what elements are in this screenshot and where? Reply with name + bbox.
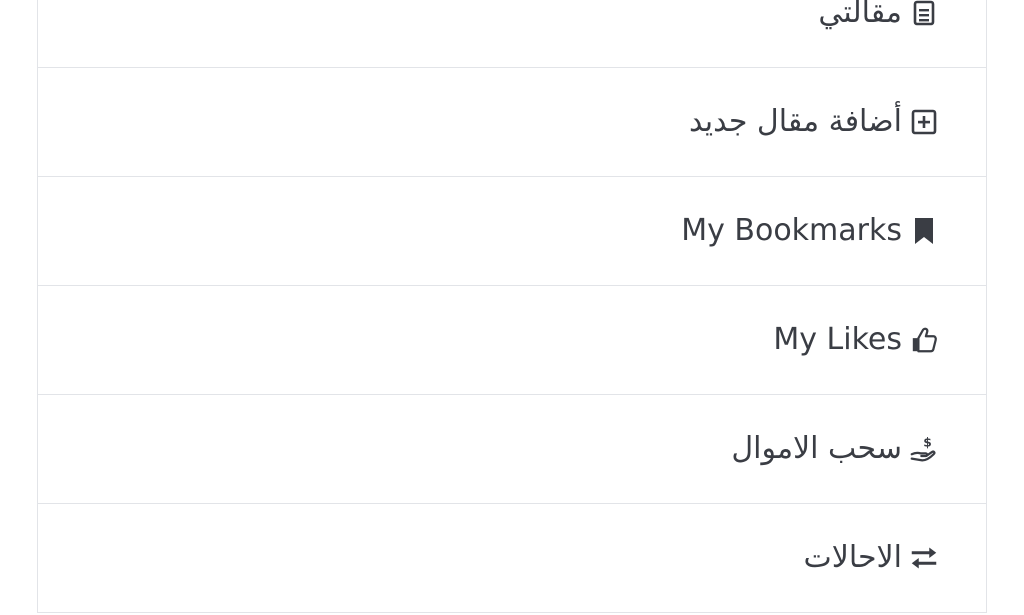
- menu-item-likes[interactable]: My Likes: [38, 286, 986, 395]
- menu-item-label: My Bookmarks: [681, 213, 902, 248]
- menu-item-add-article[interactable]: أضافة مقال جديد: [38, 68, 986, 177]
- menu-item-label: My Likes: [773, 322, 902, 357]
- menu-item-bookmarks[interactable]: My Bookmarks: [38, 177, 986, 286]
- thumbs-up-icon: [910, 326, 938, 354]
- sidebar-menu: مقالتي أضافة مقال جديد My Bookmarks My L…: [37, 0, 987, 613]
- plus-square-icon: [910, 108, 938, 136]
- menu-item-referrals[interactable]: الاحالات: [38, 504, 986, 613]
- menu-item-label: أضافة مقال جديد: [688, 104, 902, 139]
- menu-item-label: سحب الاموال: [731, 431, 902, 466]
- exchange-arrows-icon: [910, 544, 938, 572]
- menu-item-my-articles[interactable]: مقالتي: [38, 0, 986, 68]
- menu-item-withdraw-funds[interactable]: $ سحب الاموال: [38, 395, 986, 504]
- svg-text:$: $: [923, 435, 932, 449]
- menu-item-label: مقالتي: [818, 0, 902, 30]
- bookmark-icon: [910, 217, 938, 245]
- hand-holding-dollar-icon: $: [910, 435, 938, 463]
- menu-item-label: الاحالات: [803, 540, 902, 575]
- document-icon: [910, 0, 938, 27]
